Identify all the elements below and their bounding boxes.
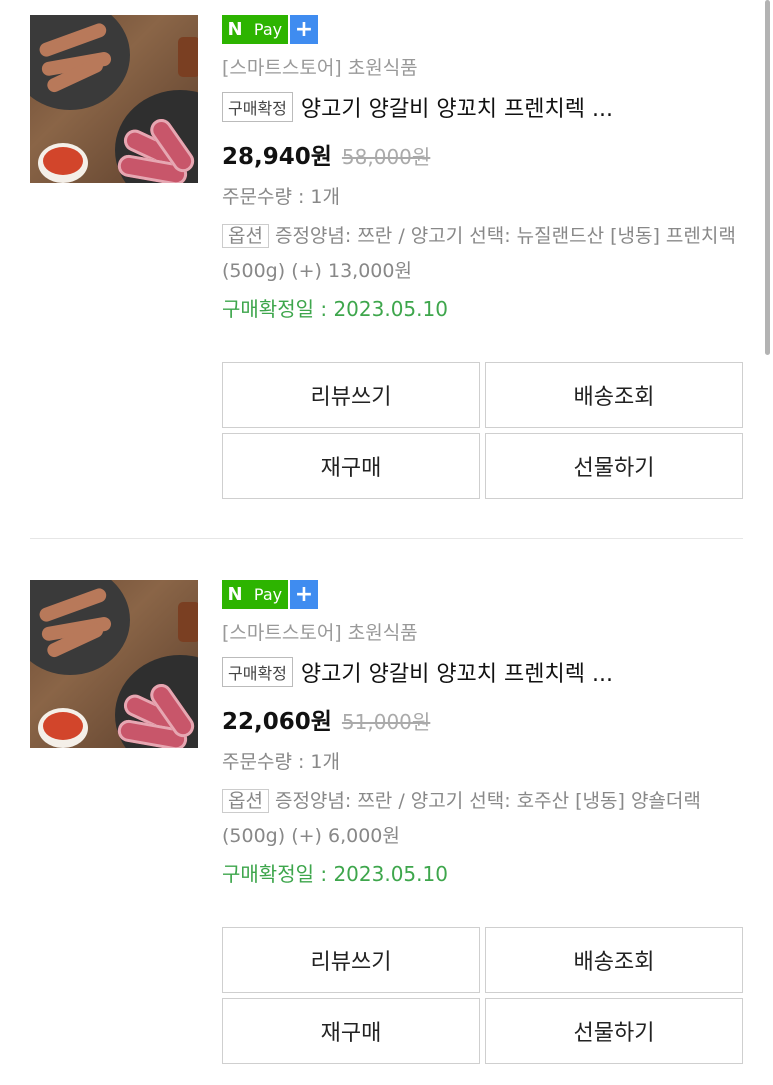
- option-tag: 옵션: [222, 789, 269, 813]
- option-text: 증정양념: 쯔란 / 양고기 선택: 뉴질랜드산 [냉동] 프렌치랙(500g)…: [222, 225, 736, 282]
- confirm-date: 구매확정일 : 2023.05.10: [222, 297, 448, 321]
- gift-button[interactable]: 선물하기: [485, 433, 743, 499]
- review-button[interactable]: 리뷰쓰기: [222, 927, 480, 993]
- review-button[interactable]: 리뷰쓰기: [222, 362, 480, 428]
- pay-label: Pay: [248, 580, 288, 609]
- order-divider: [30, 538, 743, 539]
- naver-n-icon: N: [222, 580, 248, 609]
- npay-plus-badge: N Pay +: [222, 15, 752, 44]
- sale-price: 22,060원: [222, 709, 332, 735]
- plus-icon: +: [290, 580, 318, 609]
- naver-n-icon: N: [222, 15, 248, 44]
- store-name[interactable]: [스마트스토어] 초원식품: [222, 55, 752, 81]
- status-badge: 구매확정: [222, 657, 293, 687]
- order-item: N Pay + [스마트스토어] 초원식품 구매확정 양고기 양갈비 양꼬치 프…: [0, 565, 773, 1085]
- gift-button[interactable]: 선물하기: [485, 998, 743, 1064]
- store-name[interactable]: [스마트스토어] 초원식품: [222, 620, 752, 646]
- original-price: 58,000원: [341, 145, 431, 169]
- status-badge: 구매확정: [222, 92, 293, 122]
- option-info: 옵션 증정양념: 쯔란 / 양고기 선택: 뉴질랜드산 [냉동] 프렌치랙(500…: [222, 219, 752, 289]
- delivery-tracking-button[interactable]: 배송조회: [485, 927, 743, 993]
- original-price: 51,000원: [341, 710, 431, 734]
- product-title[interactable]: 양고기 양갈비 양꼬치 프렌치렉 ...: [301, 656, 613, 688]
- pay-label: Pay: [248, 15, 288, 44]
- order-quantity: 주문수량 : 1개: [222, 751, 340, 773]
- delivery-tracking-button[interactable]: 배송조회: [485, 362, 743, 428]
- product-title[interactable]: 양고기 양갈비 양꼬치 프렌치렉 ...: [301, 91, 613, 123]
- option-info: 옵션 증정양념: 쯔란 / 양고기 선택: 호주산 [냉동] 양숄더랙 (500g…: [222, 784, 752, 854]
- sale-price: 28,940원: [222, 144, 332, 170]
- npay-plus-badge: N Pay +: [222, 580, 752, 609]
- option-text: 증정양념: 쯔란 / 양고기 선택: 호주산 [냉동] 양숄더랙 (500g) …: [222, 790, 701, 847]
- rebuy-button[interactable]: 재구매: [222, 998, 480, 1064]
- plus-icon: +: [290, 15, 318, 44]
- order-quantity: 주문수량 : 1개: [222, 186, 340, 208]
- product-thumbnail[interactable]: [30, 15, 198, 183]
- product-thumbnail[interactable]: [30, 580, 198, 748]
- option-tag: 옵션: [222, 224, 269, 248]
- rebuy-button[interactable]: 재구매: [222, 433, 480, 499]
- order-item: N Pay + [스마트스토어] 초원식품 구매확정 양고기 양갈비 양꼬치 프…: [0, 0, 773, 520]
- confirm-date: 구매확정일 : 2023.05.10: [222, 862, 448, 886]
